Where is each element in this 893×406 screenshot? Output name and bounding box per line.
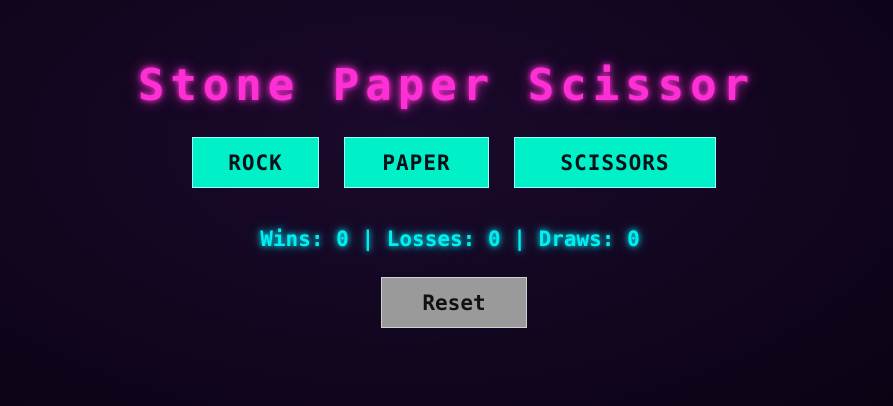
rock-button[interactable]: ROCK [192,137,319,188]
scoreboard: Wins: 0 | Losses: 0 | Draws: 0 [0,224,893,254]
reset-button[interactable]: Reset [381,277,527,328]
wins-count: 0 [336,227,349,251]
score-separator: | [513,227,526,251]
losses-count: 0 [487,227,501,251]
losses-label: Losses: [386,227,476,251]
game-title: Stone Paper Scissor [137,60,756,111]
draws-count: 0 [627,227,640,251]
score-separator: | [361,227,375,251]
wins-label: Wins: [260,227,324,251]
scissors-button[interactable]: SCISSORS [514,137,716,188]
draws-label: Draws: [538,227,615,251]
paper-button[interactable]: PAPER [344,137,489,188]
